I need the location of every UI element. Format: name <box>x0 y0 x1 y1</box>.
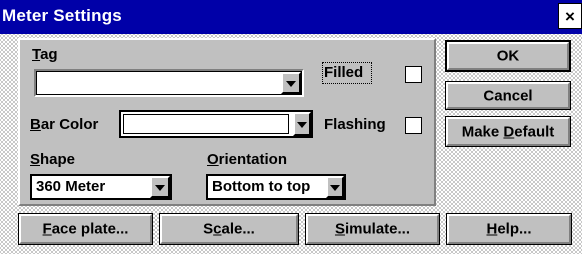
make-default-button[interactable]: Make Default <box>445 116 571 147</box>
bar-color-dropdown-button[interactable] <box>293 112 311 136</box>
bar-color-swatch <box>123 114 289 134</box>
chevron-down-icon <box>155 185 165 191</box>
chevron-down-icon <box>297 122 307 128</box>
filled-checkbox[interactable] <box>405 66 422 83</box>
orientation-label: Orientation <box>207 151 288 168</box>
face-plate-button[interactable]: Face plate... <box>18 213 153 245</box>
simulate-button[interactable]: Simulate... <box>305 213 440 245</box>
chevron-down-icon <box>286 81 296 87</box>
orientation-dropdown-button[interactable] <box>326 176 344 198</box>
shape-dropdown-button[interactable] <box>150 176 170 198</box>
meter-settings-dialog: Meter Settings × Tag Filled Bar Color Fl… <box>0 0 582 254</box>
tag-label: Tag <box>32 46 58 63</box>
settings-panel: Tag Filled Bar Color Flashing Shape 360 … <box>18 38 436 206</box>
close-icon[interactable]: × <box>558 3 582 29</box>
title-bar[interactable]: Meter Settings × <box>0 0 582 34</box>
shape-label: Shape <box>30 151 76 168</box>
ok-button[interactable]: OK <box>445 40 571 72</box>
tag-dropdown-button[interactable] <box>281 72 301 94</box>
filled-label: Filled <box>324 64 364 81</box>
flashing-checkbox[interactable] <box>405 117 422 134</box>
dialog-title: Meter Settings <box>2 6 122 25</box>
chevron-down-icon <box>330 185 340 191</box>
cancel-button[interactable]: Cancel <box>445 81 571 110</box>
shape-select[interactable]: 360 Meter <box>30 174 172 200</box>
help-button[interactable]: Help... <box>446 213 572 245</box>
tag-combobox[interactable] <box>34 69 304 97</box>
scale-button[interactable]: Scale... <box>159 213 299 245</box>
orientation-select[interactable]: Bottom to top <box>206 174 346 200</box>
bar-color-combobox[interactable] <box>119 110 313 138</box>
flashing-label: Flashing <box>324 116 386 133</box>
bar-color-label: Bar Color <box>30 116 99 133</box>
orientation-value: Bottom to top <box>212 178 311 195</box>
shape-value: 360 Meter <box>36 178 106 195</box>
